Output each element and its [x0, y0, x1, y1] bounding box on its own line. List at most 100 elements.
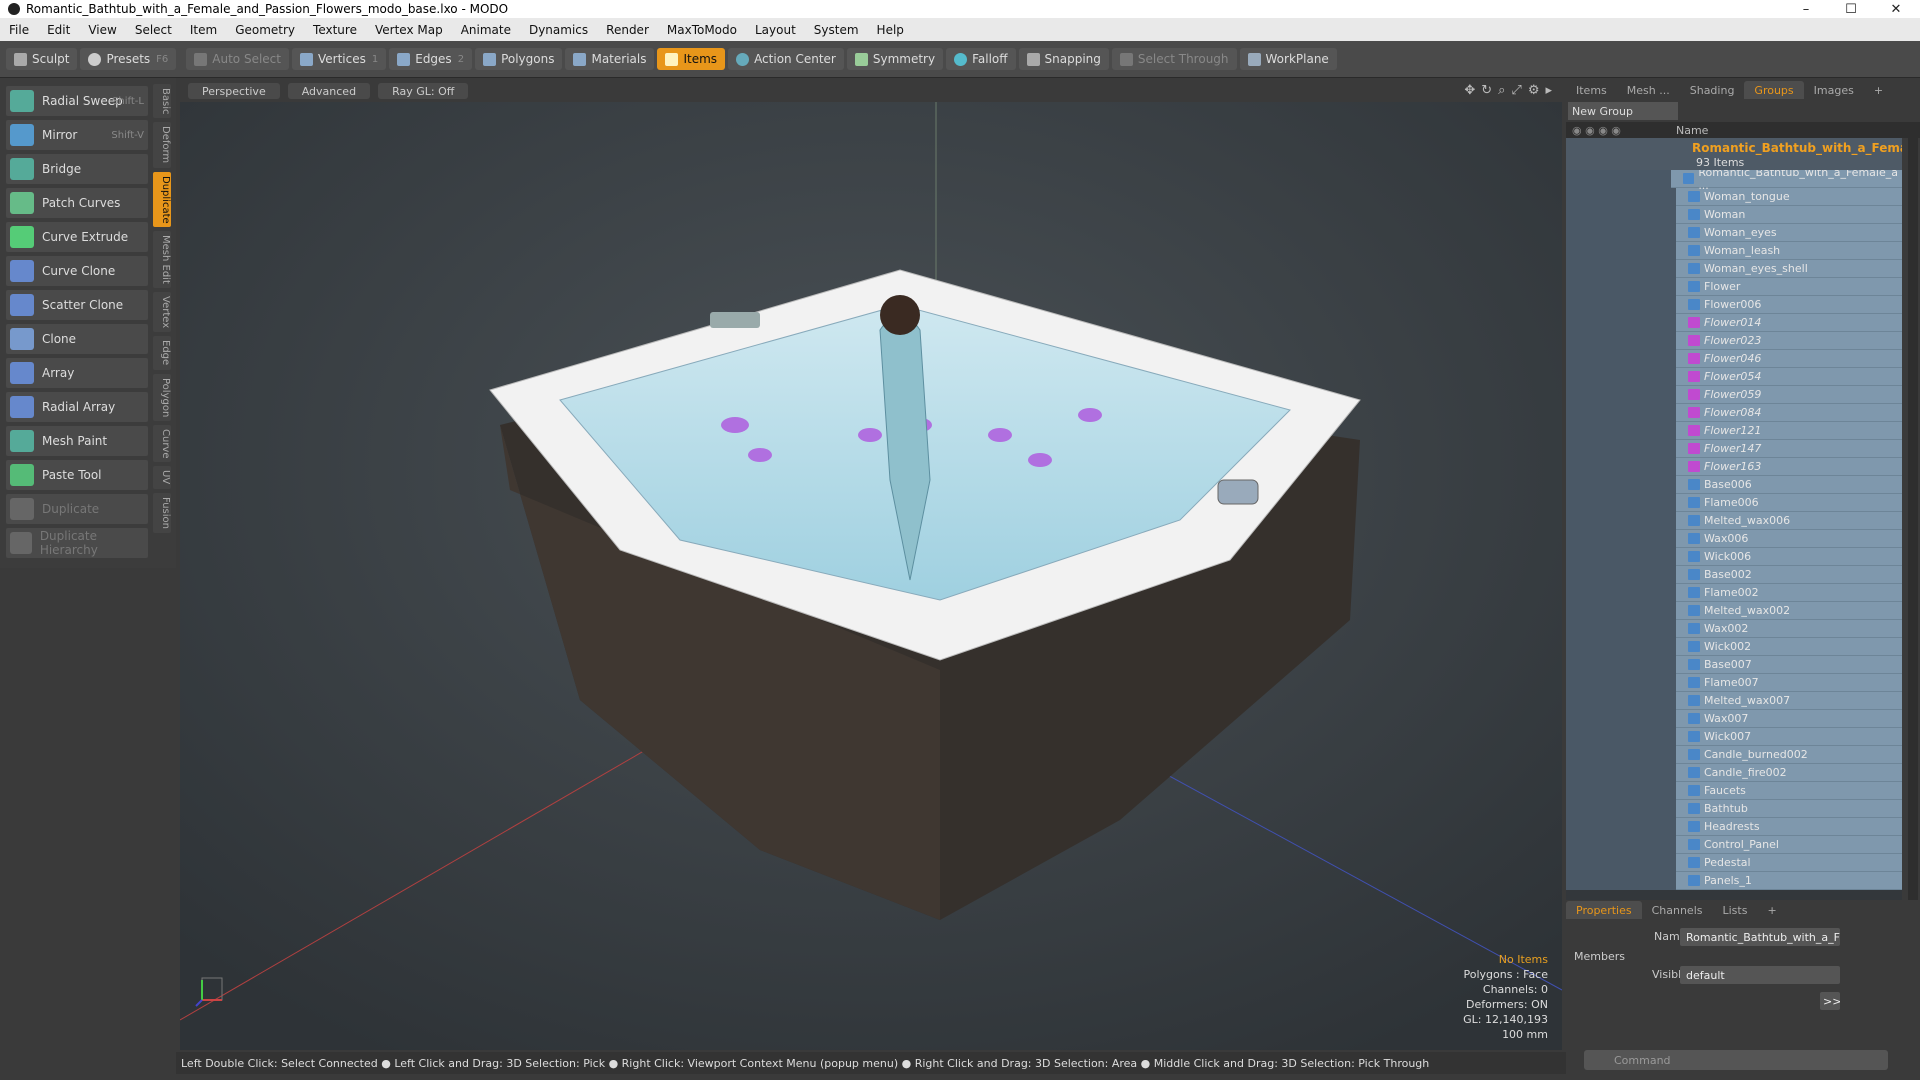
visibility-cells[interactable]	[1566, 565, 1676, 584]
list-item[interactable]: Flower014	[1566, 313, 1902, 332]
visibility-cells[interactable]	[1566, 835, 1676, 854]
visible-dropdown[interactable]: default	[1680, 966, 1840, 984]
visibility-cells[interactable]	[1566, 493, 1676, 512]
list-item[interactable]: Base007	[1566, 655, 1902, 674]
visibility-cells[interactable]	[1566, 637, 1676, 656]
tab-vertex[interactable]: Vertex	[153, 292, 171, 333]
visibility-cells[interactable]	[1566, 367, 1676, 386]
tab-polygon[interactable]: Polygon	[153, 373, 171, 421]
list-item[interactable]: Bathtub	[1566, 799, 1902, 818]
list-item[interactable]: Wax002	[1566, 619, 1902, 638]
snapping-button[interactable]: Snapping	[1018, 48, 1109, 70]
visibility-cells[interactable]	[1566, 781, 1676, 800]
visibility-cells[interactable]	[1566, 673, 1676, 692]
tool-bridge[interactable]: Bridge	[6, 154, 148, 184]
visibility-cells[interactable]	[1566, 475, 1676, 494]
groups-list[interactable]: Romantic_Bathtub_with_a_Femal... 93 Item…	[1566, 138, 1902, 936]
list-item[interactable]: Flower084	[1566, 403, 1902, 422]
menu-render[interactable]: Render	[597, 23, 658, 37]
command-input[interactable]: Command	[1584, 1050, 1888, 1070]
tab-shading[interactable]: Shading	[1680, 81, 1745, 99]
minimize-button[interactable]: –	[1786, 0, 1826, 18]
list-item[interactable]: Panels_1	[1566, 871, 1902, 890]
visibility-cells[interactable]	[1566, 853, 1676, 872]
list-item[interactable]: Flower006	[1566, 295, 1902, 314]
menu-select[interactable]: Select	[126, 23, 181, 37]
menu-texture[interactable]: Texture	[304, 23, 366, 37]
list-item[interactable]: Woman_eyes	[1566, 223, 1902, 242]
tab-properties[interactable]: Properties	[1566, 901, 1642, 919]
3d-viewport[interactable]: Perspective Advanced Ray GL: Off ✥ ↻ ⌕ ⤢…	[180, 80, 1562, 1050]
tab-images[interactable]: Images	[1804, 81, 1864, 99]
visibility-cells[interactable]	[1566, 223, 1676, 242]
list-item[interactable]: Woman_eyes_shell	[1566, 259, 1902, 278]
menu-item[interactable]: Item	[181, 23, 226, 37]
visibility-cells[interactable]	[1566, 205, 1676, 224]
tab-edge[interactable]: Edge	[153, 336, 171, 370]
visibility-cells[interactable]	[1566, 601, 1676, 620]
list-item[interactable]: Faucets	[1566, 781, 1902, 800]
visibility-cells[interactable]	[1566, 403, 1676, 422]
list-item[interactable]: Flower147	[1566, 439, 1902, 458]
tool-clone[interactable]: Clone	[6, 324, 148, 354]
visibility-cells[interactable]	[1566, 439, 1676, 458]
list-item[interactable]: Flame002	[1566, 583, 1902, 602]
list-item[interactable]: Flower121	[1566, 421, 1902, 440]
visibility-cells[interactable]	[1566, 529, 1676, 548]
name-column-header[interactable]: Name	[1676, 124, 1708, 137]
symmetry-button[interactable]: Symmetry	[846, 48, 944, 70]
tab-curve[interactable]: Curve	[153, 424, 171, 463]
presets-button[interactable]: Presets F6	[80, 48, 177, 70]
list-item[interactable]: Flame007	[1566, 673, 1902, 692]
menu-view[interactable]: View	[79, 23, 125, 37]
edges-button[interactable]: Edges 2	[389, 48, 473, 70]
visibility-cells[interactable]	[1566, 187, 1676, 206]
list-item[interactable]: Woman	[1566, 205, 1902, 224]
materials-button[interactable]: Materials	[565, 48, 655, 70]
list-item[interactable]: Wax007	[1566, 709, 1902, 728]
tab-mesh-edit[interactable]: Mesh Edit	[153, 231, 171, 289]
sculpt-button[interactable]: Sculpt	[6, 48, 78, 70]
raygl-button[interactable]: Ray GL: Off	[378, 83, 469, 99]
list-item[interactable]: Melted_wax002	[1566, 601, 1902, 620]
visibility-cells[interactable]	[1566, 817, 1676, 836]
menu-maxtomodo[interactable]: MaxToModo	[658, 23, 746, 37]
tab-channels[interactable]: Channels	[1642, 901, 1713, 919]
visibility-cells[interactable]	[1566, 241, 1676, 260]
list-item[interactable]: Candle_burned002	[1566, 745, 1902, 764]
advanced-button[interactable]: Advanced	[287, 83, 371, 99]
visibility-cells[interactable]	[1566, 169, 1671, 188]
action-center-button[interactable]: Action Center	[728, 48, 844, 70]
tab-items[interactable]: Items	[1566, 81, 1617, 99]
visibility-cells[interactable]	[1566, 871, 1676, 890]
list-item[interactable]: Wick002	[1566, 637, 1902, 656]
list-item[interactable]: Flower054	[1566, 367, 1902, 386]
add-tab-icon[interactable]: +	[1864, 81, 1893, 99]
perspective-button[interactable]: Perspective	[188, 83, 280, 99]
list-item[interactable]: Flower163	[1566, 457, 1902, 476]
visibility-cells[interactable]	[1566, 655, 1676, 674]
visibility-cells[interactable]	[1566, 763, 1676, 782]
visibility-cells[interactable]	[1566, 295, 1676, 314]
tool-radial-array[interactable]: Radial Array	[6, 392, 148, 422]
expand-arrow-icon[interactable]: ▸	[1545, 83, 1552, 98]
close-button[interactable]: ✕	[1876, 0, 1916, 18]
tool-paste-tool[interactable]: Paste Tool	[6, 460, 148, 490]
list-item[interactable]: Control_Panel	[1566, 835, 1902, 854]
visibility-cells[interactable]	[1566, 511, 1676, 530]
list-item[interactable]: Headrests	[1566, 817, 1902, 836]
menu-dynamics[interactable]: Dynamics	[520, 23, 597, 37]
visibility-cells[interactable]	[1566, 691, 1676, 710]
list-item[interactable]: Candle_fire002	[1566, 763, 1902, 782]
list-item[interactable]: Melted_wax006	[1566, 511, 1902, 530]
list-item[interactable]: Flower046	[1566, 349, 1902, 368]
fit-view-icon[interactable]: ⤢	[1511, 83, 1521, 98]
visibility-cells[interactable]	[1566, 313, 1676, 332]
tool-radial-sweep[interactable]: Radial Sweep Shift-L	[6, 86, 148, 116]
list-item[interactable]: Flame006	[1566, 493, 1902, 512]
list-scrollbar[interactable]	[1908, 138, 1918, 936]
tool-curve-clone[interactable]: Curve Clone	[6, 256, 148, 286]
list-item[interactable]: Romantic_Bathtub_with_a_Female_a ...	[1566, 166, 1902, 192]
move-view-icon[interactable]: ✥	[1464, 83, 1475, 98]
falloff-button[interactable]: Falloff	[946, 48, 1016, 70]
